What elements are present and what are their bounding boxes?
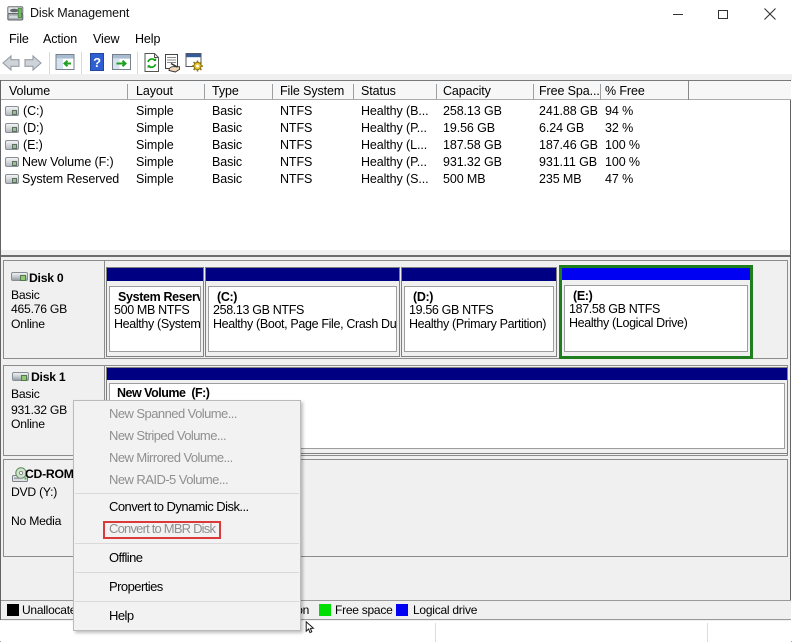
svg-text:?: ? [93,55,101,70]
